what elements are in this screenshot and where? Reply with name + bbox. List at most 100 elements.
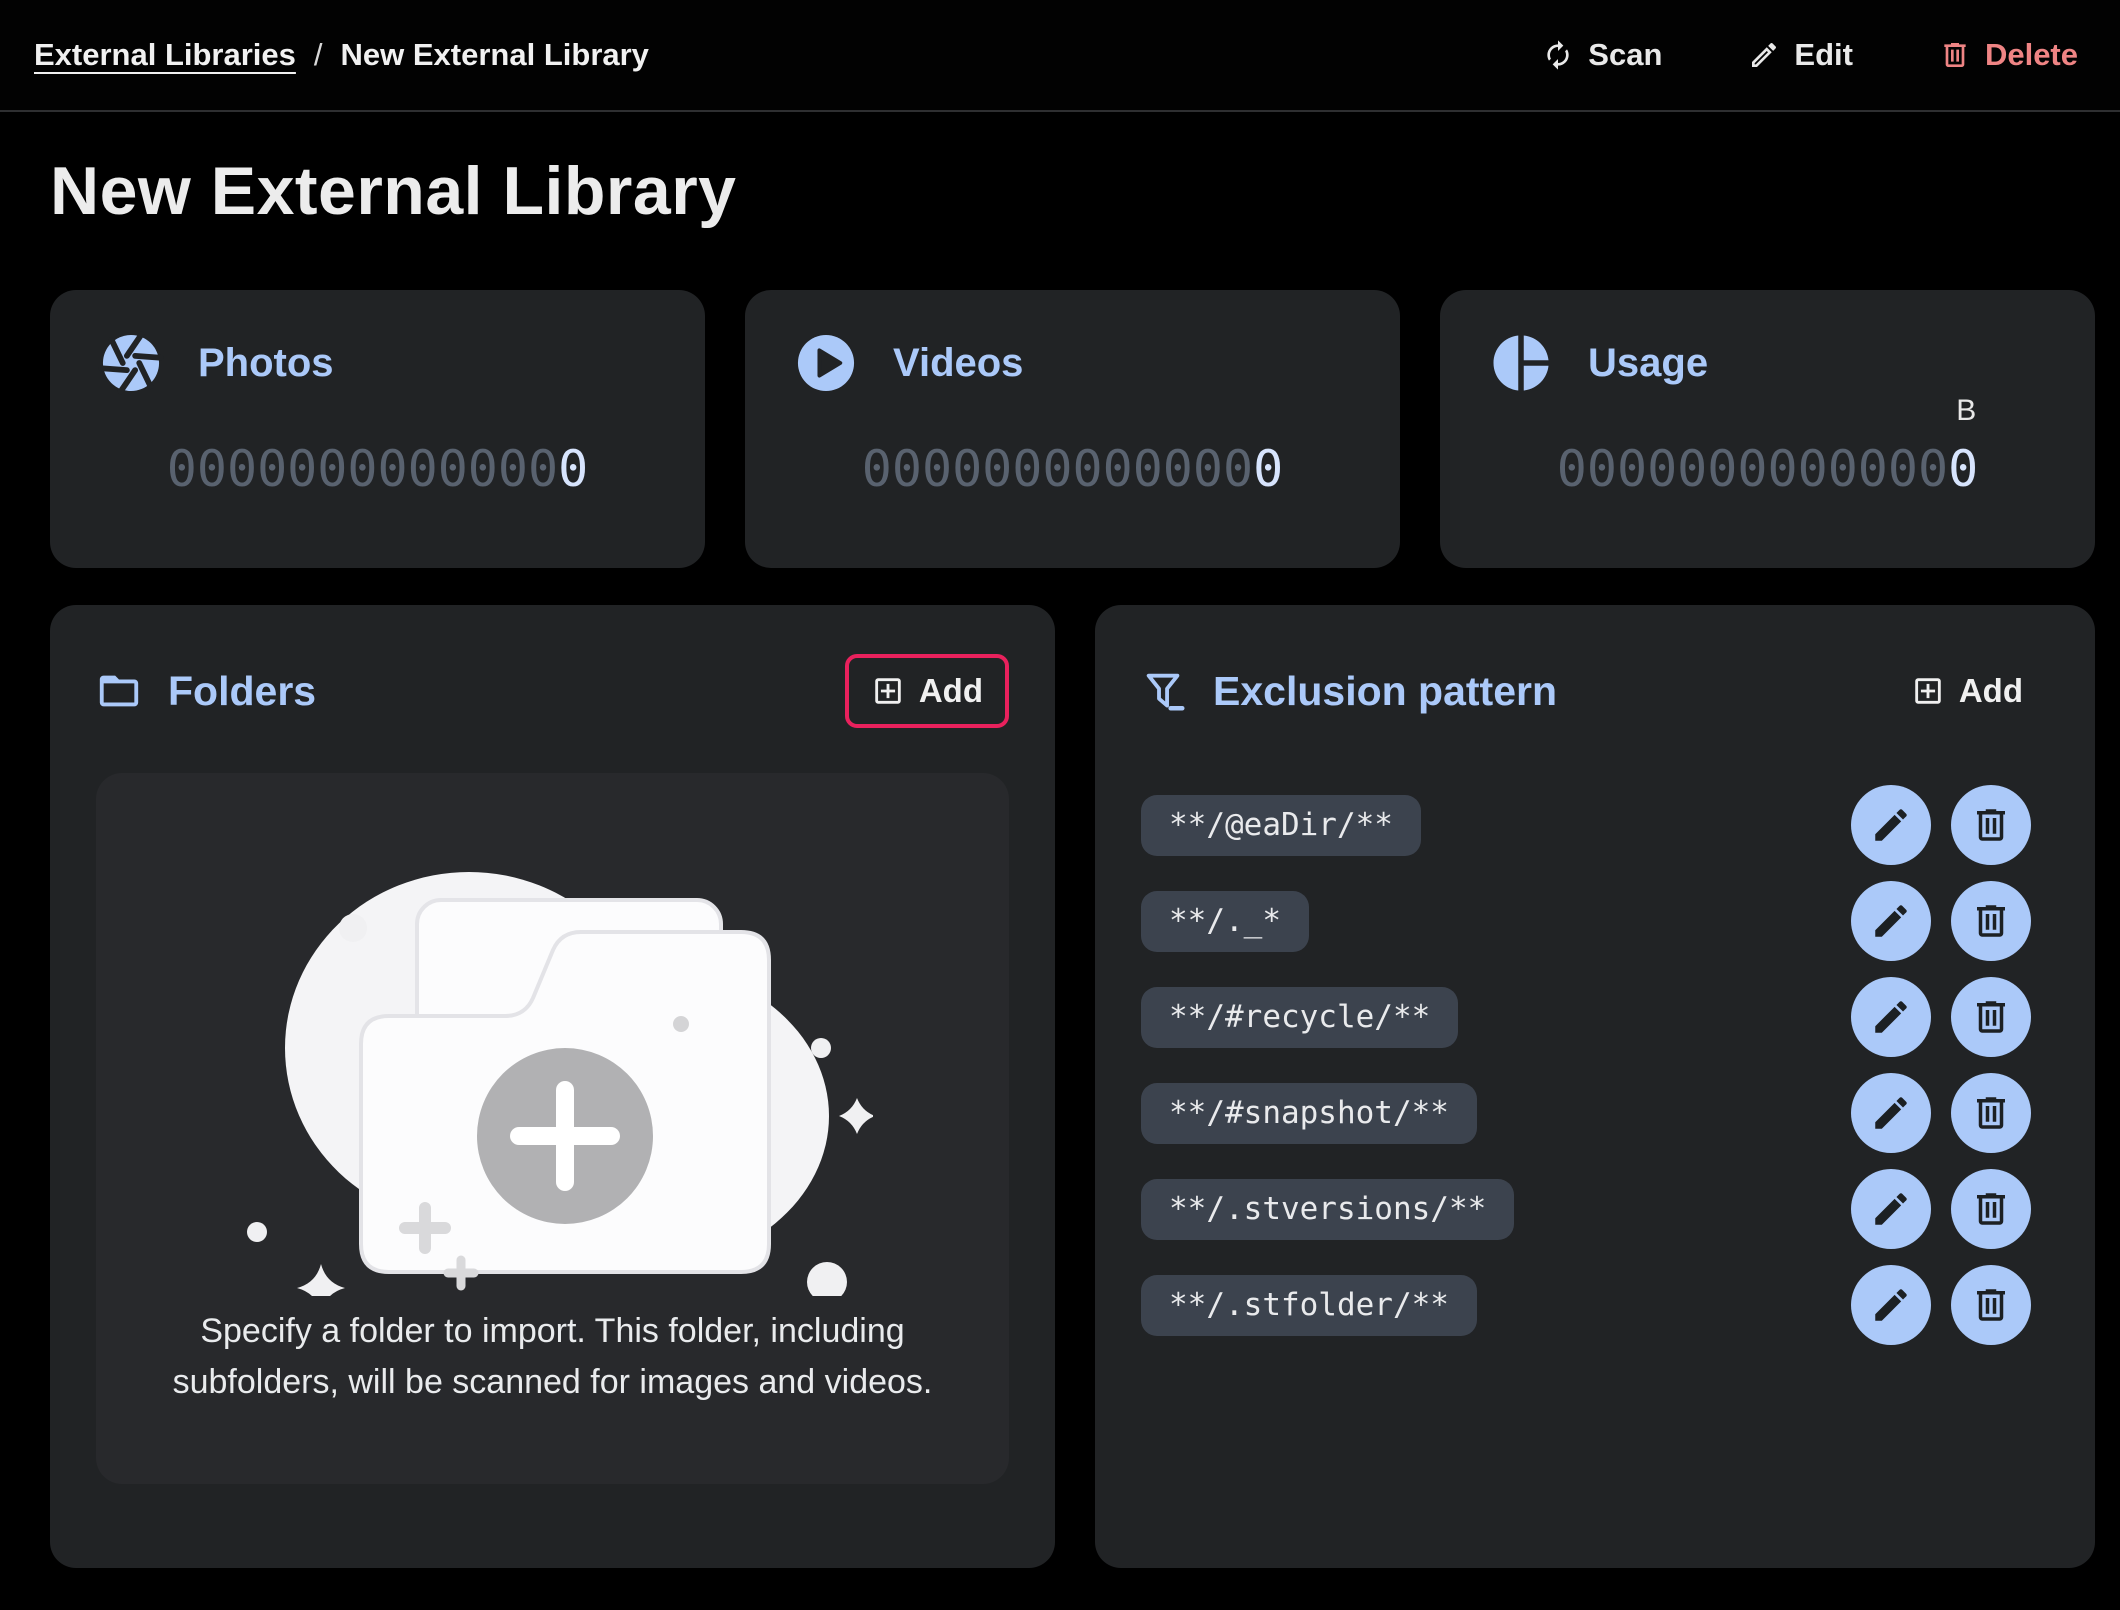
stats-row: Photos 00000000000000 Videos 00000000000… — [50, 290, 2095, 568]
edit-button[interactable]: Edit — [1742, 27, 1859, 83]
pattern-row: **/.stfolder/** — [1141, 1265, 2049, 1345]
trash-icon — [1970, 804, 2012, 846]
pattern-chip: **/._* — [1141, 891, 1309, 952]
stat-label-usage: Usage — [1588, 341, 1708, 386]
pattern-delete-button[interactable] — [1951, 977, 2031, 1057]
folders-empty-state: Specify a folder to import. This folder,… — [96, 773, 1009, 1484]
pattern-row: **/._* — [1141, 881, 2049, 961]
pattern-edit-button[interactable] — [1851, 1073, 1931, 1153]
panels-row: Folders Add — [50, 605, 2095, 1568]
trash-icon — [1970, 900, 2012, 942]
folders-add-button[interactable]: Add — [845, 654, 1009, 728]
pattern-row-actions — [1851, 977, 2031, 1057]
exclusion-panel-title: Exclusion pattern — [1213, 668, 1557, 715]
breadcrumb-current: New External Library — [341, 37, 649, 73]
stat-card-usage: Usage 00000000000000B — [1440, 290, 2095, 568]
pattern-row-actions — [1851, 1265, 2031, 1345]
pattern-chip: **/@eaDir/** — [1141, 795, 1421, 856]
stat-card-videos-header: Videos — [793, 330, 1352, 396]
exclusion-add-button-label: Add — [1959, 672, 2023, 710]
breadcrumb: External Libraries / New External Librar… — [34, 37, 649, 73]
pattern-edit-button[interactable] — [1851, 1169, 1931, 1249]
trash-icon — [1970, 996, 2012, 1038]
usage-count-padding: 0000000000000 — [1557, 440, 1948, 498]
pattern-row-actions — [1851, 1073, 2031, 1153]
stat-card-photos-header: Photos — [98, 330, 657, 396]
play-circle-icon — [793, 330, 859, 396]
videos-count-padding: 0000000000000 — [862, 440, 1253, 498]
pattern-row-actions — [1851, 881, 2031, 961]
pattern-edit-button[interactable] — [1851, 785, 1931, 865]
folders-add-button-label: Add — [919, 672, 983, 710]
pattern-chip: **/#recycle/** — [1141, 987, 1458, 1048]
pattern-delete-button[interactable] — [1951, 1265, 2031, 1345]
scan-button[interactable]: Scan — [1536, 27, 1668, 83]
pattern-chip: **/.stfolder/** — [1141, 1275, 1477, 1336]
pattern-delete-button[interactable] — [1951, 881, 2031, 961]
pattern-edit-button[interactable] — [1851, 977, 1931, 1057]
plus-box-icon — [1911, 674, 1945, 708]
external-library-detail-page: External Libraries / New External Librar… — [0, 0, 2120, 1610]
pattern-row: **/.stversions/** — [1141, 1169, 2049, 1249]
stat-label-photos: Photos — [198, 341, 334, 386]
pencil-icon — [1870, 804, 1912, 846]
pencil-icon — [1870, 1188, 1912, 1230]
pattern-chip: **/#snapshot/** — [1141, 1083, 1477, 1144]
pencil-icon — [1748, 39, 1780, 71]
pattern-delete-button[interactable] — [1951, 1073, 2031, 1153]
folders-panel-title: Folders — [168, 668, 316, 715]
delete-button[interactable]: Delete — [1933, 27, 2084, 83]
edit-button-label: Edit — [1794, 37, 1853, 73]
topbar-actions: Scan Edit Delete — [1536, 27, 2084, 83]
usage-count-unit: B — [1956, 394, 1976, 428]
trash-icon — [1970, 1284, 2012, 1326]
pattern-row: **/#recycle/** — [1141, 977, 2049, 1057]
filter-minus-icon — [1141, 668, 1187, 714]
pattern-row: **/@eaDir/** — [1141, 785, 2049, 865]
exclusion-pattern-panel: Exclusion pattern Add **/@eaDir/** — [1095, 605, 2095, 1568]
exclusion-panel-title-group: Exclusion pattern — [1141, 668, 1557, 715]
pattern-edit-button[interactable] — [1851, 1265, 1931, 1345]
usage-count: 00000000000000B — [1557, 440, 1978, 498]
pattern-row-actions — [1851, 1169, 2031, 1249]
pattern-delete-button[interactable] — [1951, 1169, 2031, 1249]
pattern-row: **/#snapshot/** — [1141, 1073, 2049, 1153]
stat-card-usage-header: Usage — [1488, 330, 2047, 396]
exclusion-pattern-list: **/@eaDir/** **/._* **/#recycle/** — [1141, 785, 2049, 1345]
pencil-icon — [1870, 1284, 1912, 1326]
folders-panel-header: Folders Add — [96, 651, 1009, 731]
empty-folder-illustration — [233, 816, 873, 1296]
page-title: New External Library — [50, 152, 2120, 230]
pencil-icon — [1870, 996, 1912, 1038]
trash-icon — [1970, 1092, 2012, 1134]
pencil-icon — [1870, 1092, 1912, 1134]
stat-card-photos: Photos 00000000000000 — [50, 290, 705, 568]
exclusion-add-button[interactable]: Add — [1885, 654, 2049, 728]
pattern-edit-button[interactable] — [1851, 881, 1931, 961]
breadcrumb-link-external-libraries[interactable]: External Libraries — [34, 37, 296, 73]
folders-empty-message: Specify a folder to import. This folder,… — [136, 1306, 969, 1408]
pattern-row-actions — [1851, 785, 2031, 865]
aperture-icon — [98, 330, 164, 396]
pattern-delete-button[interactable] — [1951, 785, 2031, 865]
sync-icon — [1542, 39, 1574, 71]
exclusion-panel-header: Exclusion pattern Add — [1141, 651, 2049, 731]
plus-box-icon — [871, 674, 905, 708]
usage-count-value: 0 — [1948, 440, 1978, 498]
folders-panel-title-group: Folders — [96, 668, 316, 715]
videos-count-value: 0 — [1253, 440, 1283, 498]
videos-count: 00000000000000 — [862, 440, 1283, 498]
photos-count: 00000000000000 — [167, 440, 588, 498]
stat-number-area: 00000000000000 — [98, 440, 657, 498]
stat-label-videos: Videos — [893, 341, 1023, 386]
folder-icon — [96, 668, 142, 714]
delete-button-label: Delete — [1985, 37, 2078, 73]
photos-count-padding: 0000000000000 — [167, 440, 558, 498]
trash-icon — [1939, 39, 1971, 71]
folders-panel: Folders Add — [50, 605, 1055, 1568]
top-navigation-bar: External Libraries / New External Librar… — [0, 0, 2120, 112]
stat-card-videos: Videos 00000000000000 — [745, 290, 1400, 568]
scan-button-label: Scan — [1588, 37, 1662, 73]
pencil-icon — [1870, 900, 1912, 942]
photos-count-value: 0 — [558, 440, 588, 498]
